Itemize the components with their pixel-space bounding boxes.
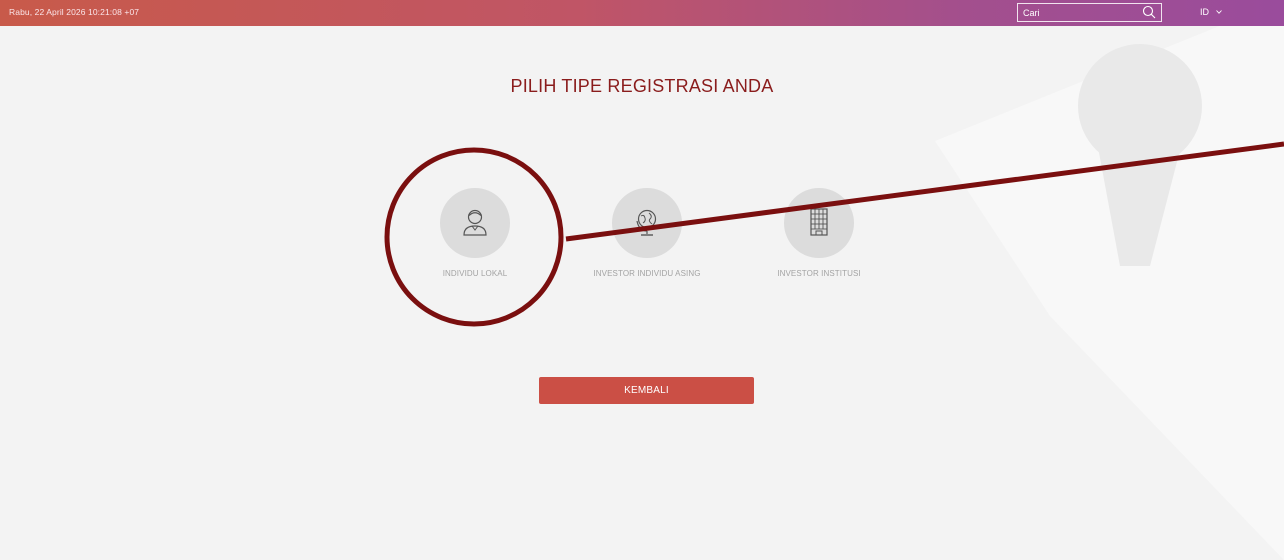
search-icon[interactable] [1142,5,1156,19]
back-button[interactable]: KEMBALI [539,377,754,404]
page-title: PILIH TIPE REGISTRASI ANDA [510,76,774,96]
top-bar: Rabu, 22 April 2026 10:21:08 +07 ID [0,0,1284,26]
chevron-down-icon [1216,10,1222,14]
option-label: INVESTOR INSTITUSI [777,269,861,278]
language-label: ID [1200,7,1209,17]
option-icon-circle[interactable] [612,188,682,258]
option-investor-individu-asing[interactable]: INVESTOR INDIVIDU ASING [567,188,727,278]
option-icon-circle[interactable] [440,188,510,258]
building-icon [810,208,828,236]
option-investor-institusi[interactable]: INVESTOR INSTITUSI [739,188,899,278]
current-datetime: Rabu, 22 April 2026 10:21:08 +07 [9,7,140,17]
option-individu-lokal[interactable]: INDIVIDU LOKAL [395,188,555,278]
background-watermark [935,26,1284,560]
search-box[interactable] [1017,3,1162,22]
search-input[interactable] [1023,6,1133,19]
language-selector[interactable]: ID [1200,7,1222,17]
option-icon-circle[interactable] [784,188,854,258]
person-icon [463,209,487,236]
option-label: INVESTOR INDIVIDU ASING [593,269,701,278]
option-label: INDIVIDU LOKAL [442,269,508,278]
globe-icon [636,209,657,236]
